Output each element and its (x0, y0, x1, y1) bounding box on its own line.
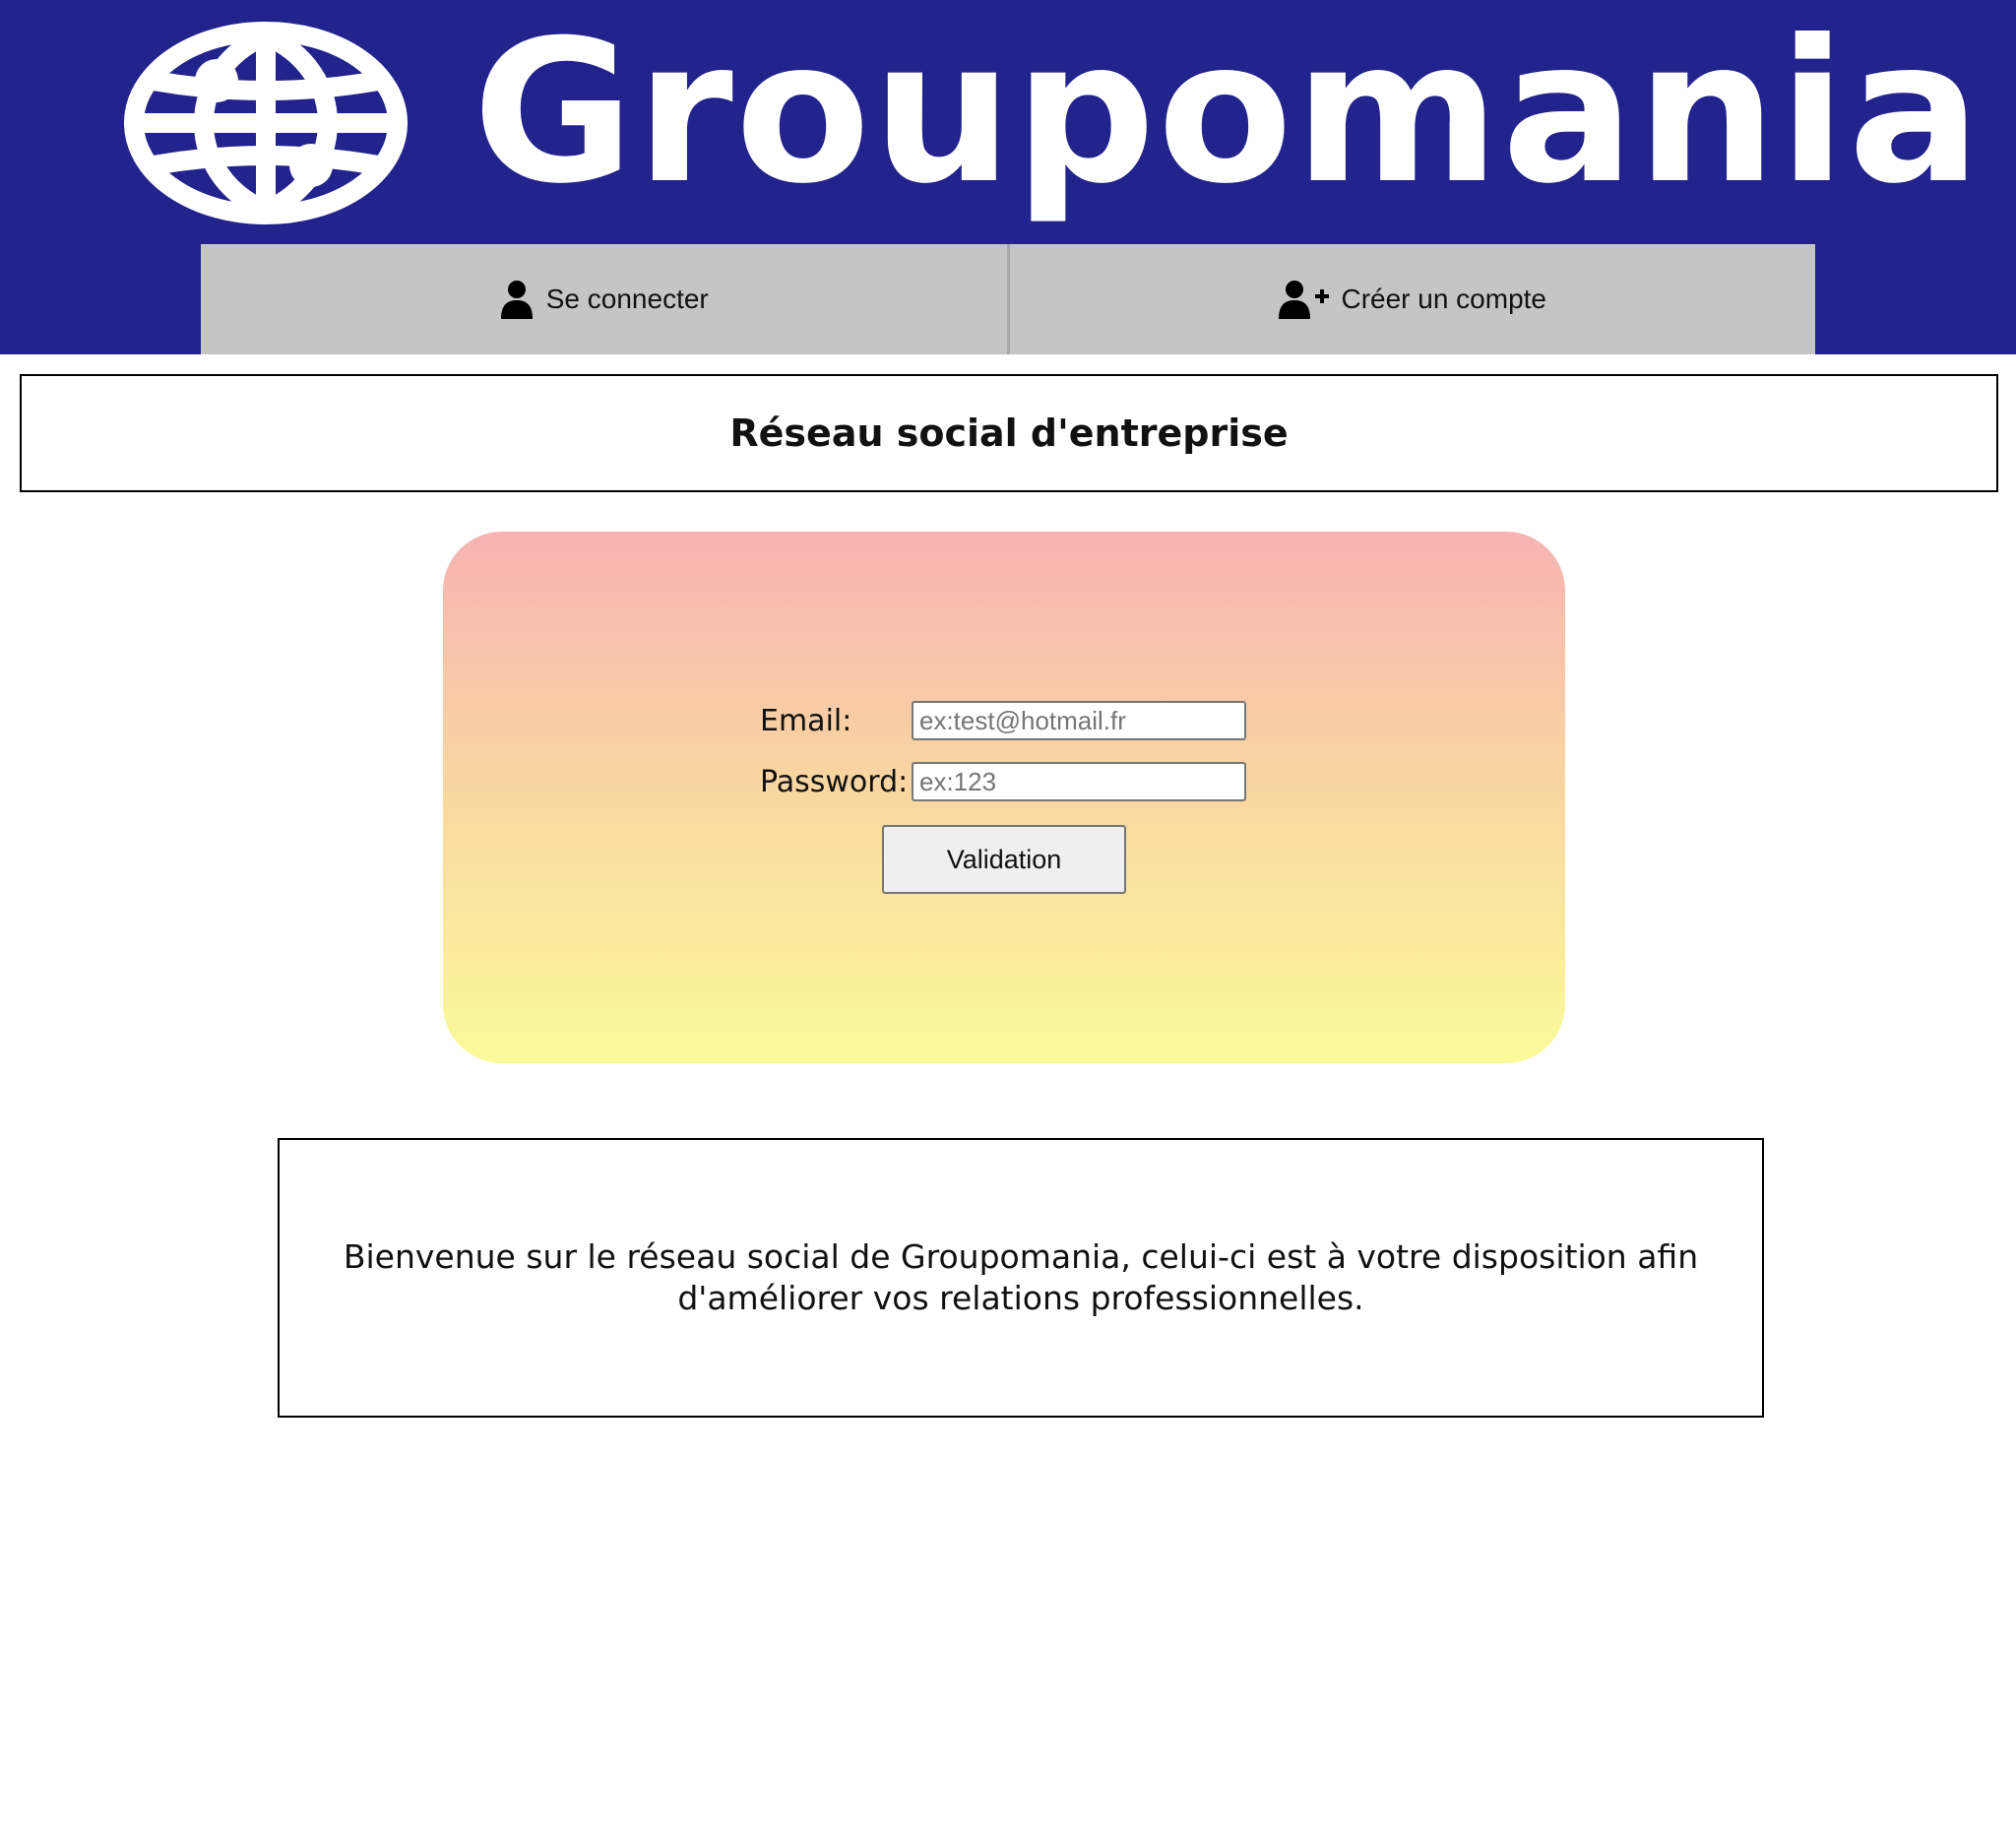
welcome-text: Bienvenue sur le réseau social de Groupo… (343, 1237, 1699, 1317)
login-nav-button[interactable]: Se connecter (201, 244, 1007, 354)
signup-nav-button[interactable]: Créer un compte (1006, 244, 1815, 354)
brand-name: Groupomania (472, 0, 1984, 227)
email-field[interactable] (912, 701, 1246, 740)
page-title-box: Réseau social d'entreprise (20, 374, 1998, 492)
welcome-box: Bienvenue sur le réseau social de Groupo… (278, 1138, 1764, 1418)
main-nav: Se connecter Créer un compte (201, 244, 1815, 354)
page-title: Réseau social d'entreprise (729, 411, 1289, 455)
site-header: Groupomania Se connecter Créer un compte (0, 0, 2016, 354)
password-label: Password: (760, 765, 909, 799)
email-row: Email: (760, 701, 1252, 742)
user-plus-icon (1279, 281, 1330, 319)
signup-nav-label: Créer un compte (1341, 284, 1547, 314)
user-icon (500, 281, 533, 319)
password-field[interactable] (912, 762, 1246, 801)
validation-button[interactable]: Validation (882, 825, 1126, 894)
password-row: Password: (760, 762, 1252, 803)
login-nav-label: Se connecter (545, 284, 709, 314)
globe-icon (124, 22, 408, 224)
email-label: Email: (760, 704, 852, 738)
